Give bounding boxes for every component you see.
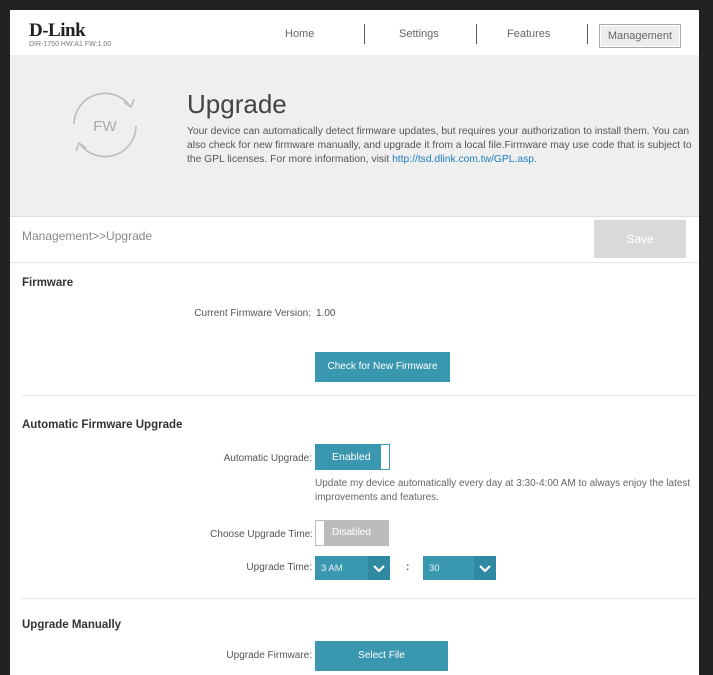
check-firmware-button[interactable]: Check for New Firmware [315,352,450,382]
select-file-button[interactable]: Select File [315,641,448,671]
nav-settings[interactable]: Settings [399,28,439,40]
upgrade-time-label: Upgrade Time: [246,562,312,573]
save-button[interactable]: Save [594,220,686,258]
auto-upgrade-section-title: Automatic Firmware Upgrade [22,419,183,431]
auto-upgrade-state: Enabled [332,451,371,463]
minute-select[interactable]: 30 [423,556,496,580]
auto-upgrade-note: Update my device automatically every day… [315,478,691,503]
current-firmware-label: Current Firmware Version: [194,308,311,319]
auto-upgrade-toggle[interactable]: Enabled [315,444,390,470]
manual-upgrade-section-title: Upgrade Manually [22,619,122,631]
toggle-knob [380,444,390,470]
nav-features[interactable]: Features [507,28,550,40]
choose-time-label: Choose Upgrade Time: [210,529,313,540]
gpl-link[interactable]: http://tsd.dlink.com.tw/GPL.asp. [392,154,537,165]
toggle-knob [315,520,325,546]
chevron-down-icon [474,556,496,580]
nav-management[interactable]: Management [599,24,681,48]
chevron-down-icon [368,556,390,580]
fw-icon-label: FW [93,118,117,135]
time-separator: : [406,562,410,573]
firmware-refresh-icon: FW [73,92,137,158]
hour-select[interactable]: 3 AM [315,556,390,580]
choose-time-toggle[interactable]: Disabled [315,520,389,546]
section-divider [22,395,697,396]
choose-time-state: Disabled [332,527,371,538]
device-info: DIR-1750 HW:A1 FW:1.00 [29,41,112,48]
current-firmware-value: 1.00 [316,308,336,319]
hour-value: 3 AM [321,563,343,574]
nav-separator [587,24,588,44]
section-divider [22,598,697,599]
upgrade-firmware-label: Upgrade Firmware: [226,650,312,661]
breadcrumb: Management>>Upgrade [22,229,153,243]
minute-value: 30 [429,563,440,574]
firmware-section-title: Firmware [22,277,74,289]
auto-upgrade-label: Automatic Upgrade: [223,453,312,464]
brand-name: D-Link [29,20,86,41]
page-description: Your device can automatically detect fir… [187,125,693,167]
nav-separator [476,24,477,44]
page-title: Upgrade [187,89,287,119]
top-header: D-Link DIR-1750 HW:A1 FW:1.00 Home Setti… [10,10,699,56]
dlink-logo[interactable]: D-Link DIR-1750 HW:A1 FW:1.00 [29,21,111,48]
nav-separator [364,24,365,44]
nav-home[interactable]: Home [285,28,314,40]
router-admin-page: D-Link DIR-1750 HW:A1 FW:1.00 Home Setti… [10,10,699,675]
